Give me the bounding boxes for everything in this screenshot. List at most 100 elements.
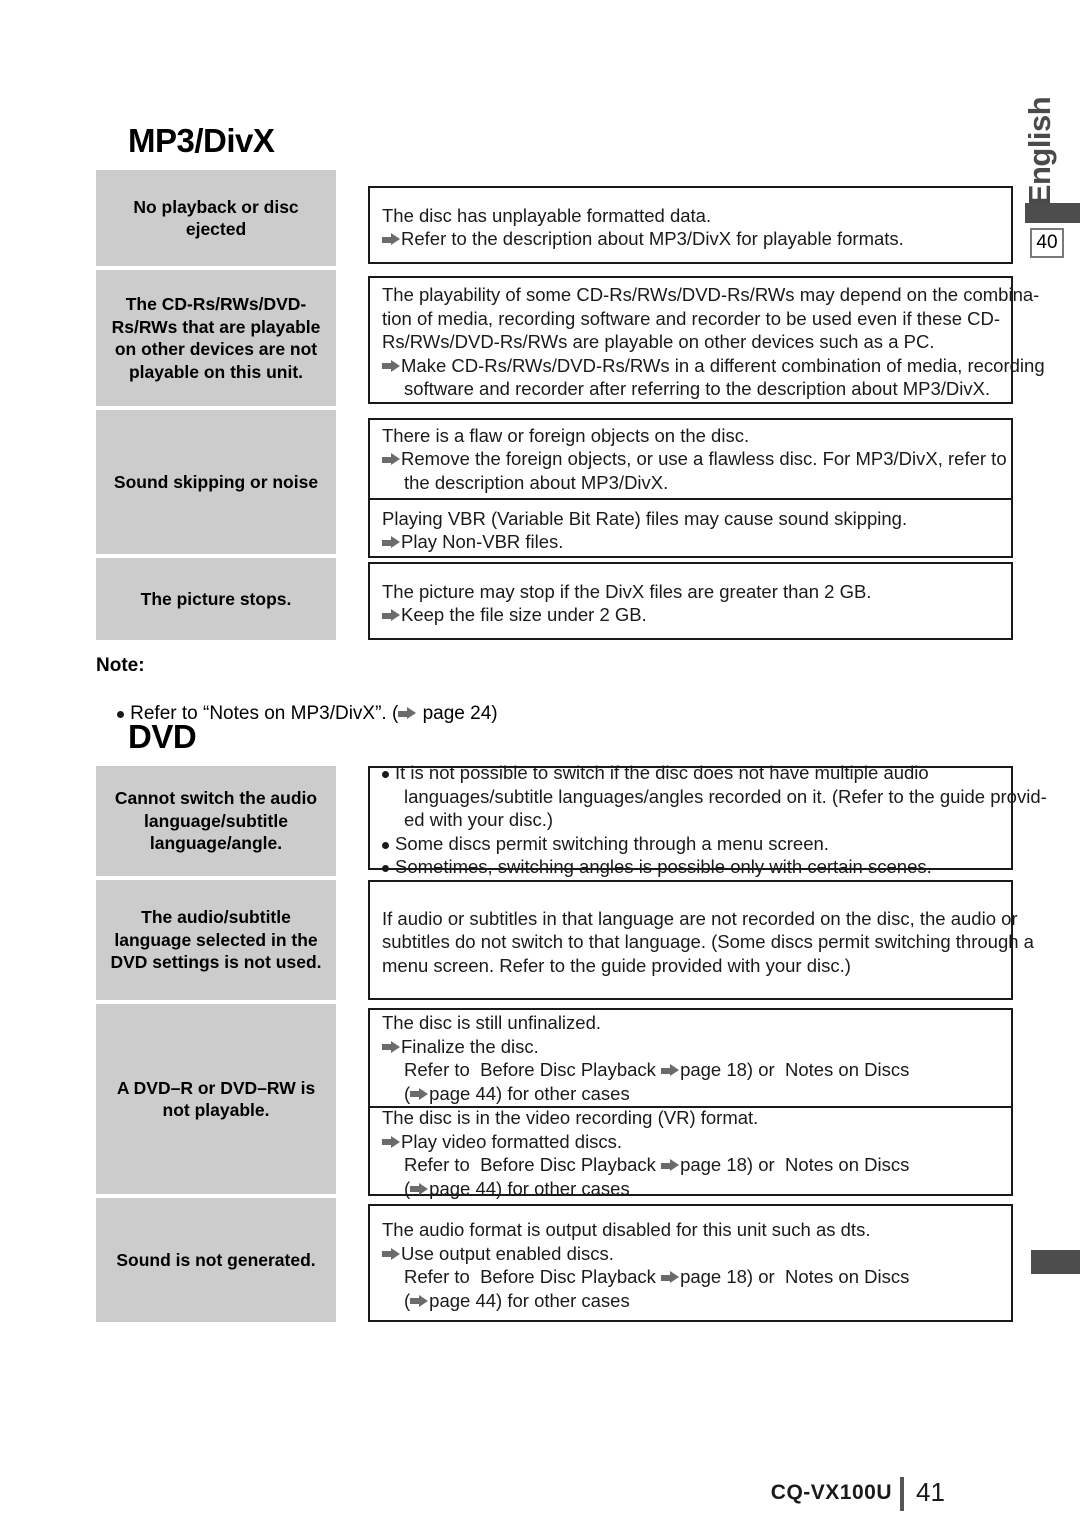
solution-cell: The picture may stop if the DivX files a…: [370, 564, 1011, 642]
content-line: The disc has unplayable formatted data.: [382, 204, 1003, 228]
arrow-icon: [382, 1247, 400, 1261]
note-heading: Note:: [96, 655, 145, 676]
text-run: It is not possible to switch if the disc…: [395, 762, 929, 784]
content-line: The audio format is output disabled for …: [382, 1218, 1003, 1242]
text-run: page 44) for other cases: [429, 1082, 630, 1104]
content-line: menu screen. Refer to the guide provided…: [382, 954, 1003, 978]
language-tab-label: English: [1022, 96, 1057, 206]
text-run: Rs/RWs/DVD-Rs/RWs are playable on other …: [382, 331, 935, 353]
arrow-icon: [661, 1159, 680, 1172]
solution-box: There is a flaw or foreign objects on th…: [368, 418, 1013, 558]
text-run: tion of media, recording software and re…: [382, 307, 1001, 329]
text-run: ed with your disc.): [404, 809, 554, 831]
solution-cell: The disc is in the video recording (VR) …: [370, 1106, 1011, 1199]
text-run: Refer to Before Disc Playback: [404, 1059, 662, 1080]
content-line: Refer to Before Disc Playback page 18) o…: [382, 1265, 1003, 1289]
solution-box: It is not possible to switch if the disc…: [368, 762, 1047, 877]
manual-page: English 40 MP3/DivX DVD Note: Refer to “…: [0, 0, 1080, 1526]
solution-text: It is not possible to switch if the disc…: [370, 757, 1047, 883]
arrow-icon: [382, 453, 400, 466]
solution-text: If audio or subtitles in that language a…: [370, 903, 1034, 982]
content-line: Playing VBR (Variable Bit Rate) files ma…: [382, 507, 1003, 531]
content-line: Some discs permit switching through a me…: [382, 832, 1003, 856]
arrow-icon: [382, 1135, 400, 1149]
text-run: Keep the file size under 2 GB.: [401, 604, 647, 625]
content-line: languages/subtitle languages/angles reco…: [382, 785, 1047, 809]
text-run: languages/subtitle languages/angles reco…: [404, 785, 1047, 807]
note-text-post: page 24): [417, 703, 498, 724]
content-line: Rs/RWs/DVD-Rs/RWs are playable on other …: [382, 330, 1003, 354]
content-line: Sometimes, switching angles is possible …: [382, 855, 1003, 879]
text-run: The picture may stop if the DivX files a…: [382, 580, 872, 602]
symptom-label: No playback or disc ejected: [96, 170, 336, 266]
content-line: Finalize the disc.: [382, 1035, 1003, 1059]
text-run: Playing VBR (Variable Bit Rate) files ma…: [382, 507, 908, 529]
text-run: Refer to Before Disc Playback: [404, 1154, 662, 1175]
note-body: Refer to “Notes on MP3/DivX”. ( page 24): [96, 678, 498, 750]
solution-cell: The playability of some CD-Rs/RWs/DVD-Rs…: [370, 278, 1045, 406]
content-line: The picture may stop if the DivX files a…: [382, 580, 1003, 604]
arrow-icon: [410, 1294, 429, 1308]
symptom-label-text: Sound is not generated.: [116, 1249, 316, 1270]
text-run: Sometimes, switching angles is possible …: [395, 856, 932, 878]
solution-text: The disc is still unfinalized. Finalize t…: [370, 1007, 1011, 1109]
symptom-label-text: The audio/subtitle language selected in …: [110, 907, 322, 973]
section-title-mp3: MP3/DivX: [128, 122, 275, 159]
solution-box: The disc is still unfinalized. Finalize t…: [368, 1007, 1013, 1199]
text-run: page 18) or Notes on Discs: [680, 1266, 910, 1287]
symptom-label: The CD-Rs/RWs/DVD-Rs/RWs that are playab…: [96, 270, 336, 406]
content-line: The disc is still unfinalized.: [382, 1011, 1003, 1035]
side-page-chip: 40: [1030, 228, 1064, 258]
text-run: Play video formatted discs.: [401, 1130, 623, 1152]
content-line: It is not possible to switch if the disc…: [382, 761, 1003, 785]
symptom-label: Cannot switch the audio language/subtitl…: [96, 766, 336, 876]
content-line: Refer to Before Disc Playback page 18) o…: [382, 1153, 1003, 1177]
symptom-label-text: Sound skipping or noise: [113, 471, 319, 492]
solution-box: The disc has unplayable formatted data. R…: [368, 186, 1013, 264]
arrow-icon: [382, 609, 400, 622]
solution-box: The picture may stop if the DivX files a…: [368, 562, 1013, 640]
text-run: Remove the foreign objects, or use a fla…: [401, 448, 1007, 470]
solution-text: The picture may stop if the DivX files a…: [370, 576, 1011, 631]
arrow-icon: [398, 707, 417, 720]
symptom-label: Sound is not generated.: [96, 1198, 336, 1322]
solution-cell: Playing VBR (Variable Bit Rate) files ma…: [370, 498, 1011, 560]
solution-text: The disc is in the video recording (VR) …: [370, 1102, 1011, 1204]
text-run: The audio format is output disabled for …: [382, 1219, 871, 1240]
arrow-icon: [410, 1087, 429, 1101]
symptom-label: The audio/subtitle language selected in …: [96, 880, 336, 1000]
text-run: There is a flaw or foreign objects on th…: [382, 424, 750, 446]
text-run: The playability of some CD-Rs/RWs/DVD-Rs…: [382, 284, 1040, 306]
text-run: the description about MP3/DivX.: [404, 471, 669, 493]
symptom-label-text: A DVD–R or DVD–RW is not playable.: [116, 1077, 316, 1121]
symptom-label: A DVD–R or DVD–RW is not playable.: [96, 1004, 336, 1194]
text-run: Play Non-VBR files.: [401, 531, 564, 552]
text-run: Refer to Before Disc Playback: [404, 1266, 662, 1287]
footer-divider: [900, 1477, 904, 1511]
arrow-icon: [661, 1271, 680, 1284]
content-line: Use output enabled discs.: [382, 1242, 1003, 1266]
content-line: (page 44) for other cases: [382, 1289, 1003, 1313]
symptom-label-text: Cannot switch the audio language/subtitl…: [114, 788, 318, 854]
content-line: the description about MP3/DivX.: [382, 471, 1003, 495]
content-line: software and recorder after referring to…: [382, 377, 1003, 401]
arrow-icon: [382, 233, 400, 246]
text-run: subtitles do not switch to that language…: [382, 931, 1034, 953]
content-line: tion of media, recording software and re…: [382, 307, 1003, 331]
content-line: (page 44) for other cases: [382, 1177, 1003, 1201]
symptom-label-text: The picture stops.: [140, 588, 292, 609]
text-run: menu screen. Refer to the guide provided…: [382, 954, 851, 976]
content-line: Keep the file size under 2 GB.: [382, 603, 1003, 627]
text-run: Finalize the disc.: [401, 1035, 539, 1057]
footer-model: CQ-VX100U: [770, 1481, 892, 1504]
text-run: Make CD-Rs/RWs/DVD-Rs/RWs in a different…: [401, 354, 1045, 376]
arrow-icon: [410, 1182, 429, 1196]
text-run: Refer to the description about MP3/DivX …: [401, 228, 904, 249]
content-line: Refer to the description about MP3/DivX …: [382, 227, 1003, 251]
text-run: Use output enabled discs.: [401, 1242, 614, 1264]
solution-box: The playability of some CD-Rs/RWs/DVD-Rs…: [368, 276, 1045, 406]
symptom-label-text: No playback or disc ejected: [133, 196, 299, 240]
language-tab: English: [1018, 96, 1062, 206]
solution-cell: The disc has unplayable formatted data. R…: [370, 188, 1011, 266]
content-line: ed with your disc.): [382, 808, 1003, 832]
